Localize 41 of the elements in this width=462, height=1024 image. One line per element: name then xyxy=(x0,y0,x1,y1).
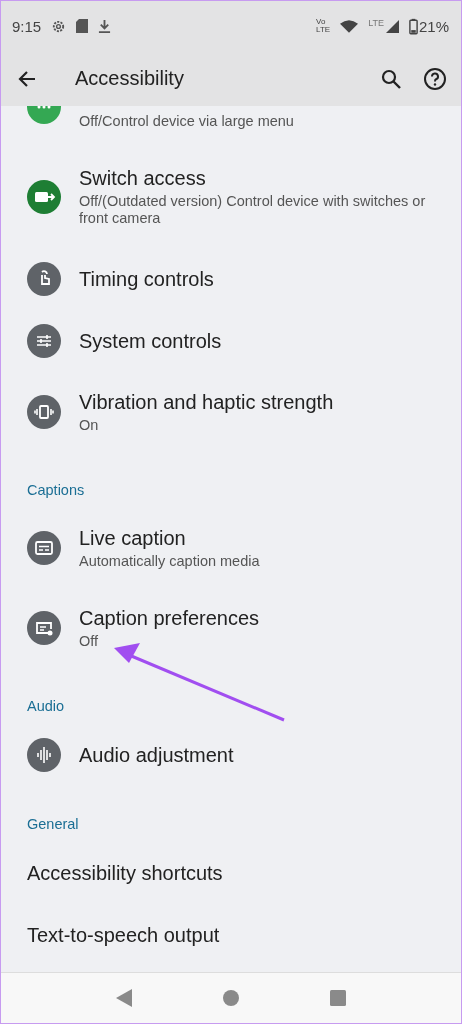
item-summary: Off xyxy=(79,632,100,650)
item-summary: Off/(Outdated version) Control device with switches or front camera xyxy=(79,193,427,227)
item-summary: Off/Control device via large menu xyxy=(79,113,294,130)
item-title: Audio adjustment xyxy=(79,743,234,767)
section-header: Audio xyxy=(27,698,65,714)
settings-item[interactable]: System controls xyxy=(1,310,461,372)
help-icon xyxy=(423,66,447,91)
item-title: Vibration and haptic strength xyxy=(79,390,334,414)
settings-item[interactable]: Vibration and haptic strength On xyxy=(1,372,461,452)
battery-icon xyxy=(408,17,418,35)
settings-item[interactable]: Audio adjustment xyxy=(1,724,461,786)
item-title: Switch access xyxy=(79,167,207,190)
wifi-icon xyxy=(340,19,359,33)
item-title: Accessibility shortcuts xyxy=(27,861,223,885)
settings-item[interactable]: Switch access Off/(Outdated version) Control device with switches or front camera xyxy=(1,146,461,248)
item-title: System controls xyxy=(79,329,222,353)
network-label: LTE xyxy=(368,18,384,28)
download-icon xyxy=(98,18,112,34)
item-title: Timing controls xyxy=(79,267,214,291)
settings-item[interactable]: Live caption Automatically caption media xyxy=(1,508,461,588)
item-title: Caption preferences xyxy=(79,606,260,630)
sd-card-icon xyxy=(76,19,89,33)
item-title: Live caption xyxy=(79,526,187,550)
item-summary: On xyxy=(79,416,100,434)
section-header: Captions xyxy=(27,482,85,498)
item-title: Text-to-speech output xyxy=(27,923,220,947)
search-icon xyxy=(381,68,401,89)
section-header: General xyxy=(27,816,79,832)
settings-item[interactable]: Caption preferences Off xyxy=(1,588,461,668)
gear-icon xyxy=(51,18,67,34)
battery-percent: 21% xyxy=(418,17,449,35)
volte-label: Vo LTE xyxy=(316,18,331,34)
page-title: Accessibility xyxy=(75,67,184,90)
item-summary: Automatically caption media xyxy=(79,552,260,570)
settings-item[interactable]: Off/Control device via large menu xyxy=(1,106,461,146)
clock: 9:15 xyxy=(12,17,42,35)
signal-icon xyxy=(385,19,399,33)
settings-item[interactable]: Accessibility shortcuts xyxy=(1,842,461,904)
settings-item[interactable]: Text-to-speech output xyxy=(1,904,461,966)
settings-item[interactable]: Timing controls xyxy=(1,248,461,310)
back-arrow-icon xyxy=(18,70,37,87)
